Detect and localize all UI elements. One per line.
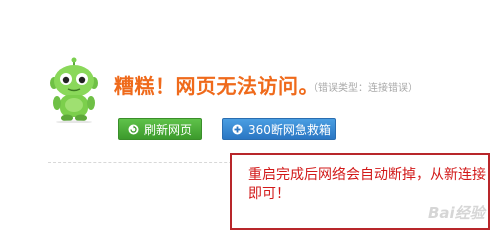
network-rescue-button[interactable]: 360断网急救箱 bbox=[222, 118, 336, 140]
annotation-text: 重启完成后网络会自动断掉，从新连接即可！ bbox=[248, 167, 486, 202]
network-rescue-label: 360断网急救箱 bbox=[248, 123, 331, 137]
error-type-label: （错误类型：连接错误） bbox=[308, 83, 418, 94]
green-robot-mascot-icon bbox=[48, 57, 100, 124]
refresh-icon bbox=[128, 120, 139, 135]
error-title: 糟糕！网页无法访问。 bbox=[114, 74, 319, 98]
plus-circle-icon bbox=[232, 120, 243, 135]
refresh-page-button[interactable]: 刷新网页 bbox=[118, 118, 202, 140]
refresh-page-label: 刷新网页 bbox=[144, 123, 193, 137]
watermark: Bai经验 bbox=[428, 204, 485, 222]
